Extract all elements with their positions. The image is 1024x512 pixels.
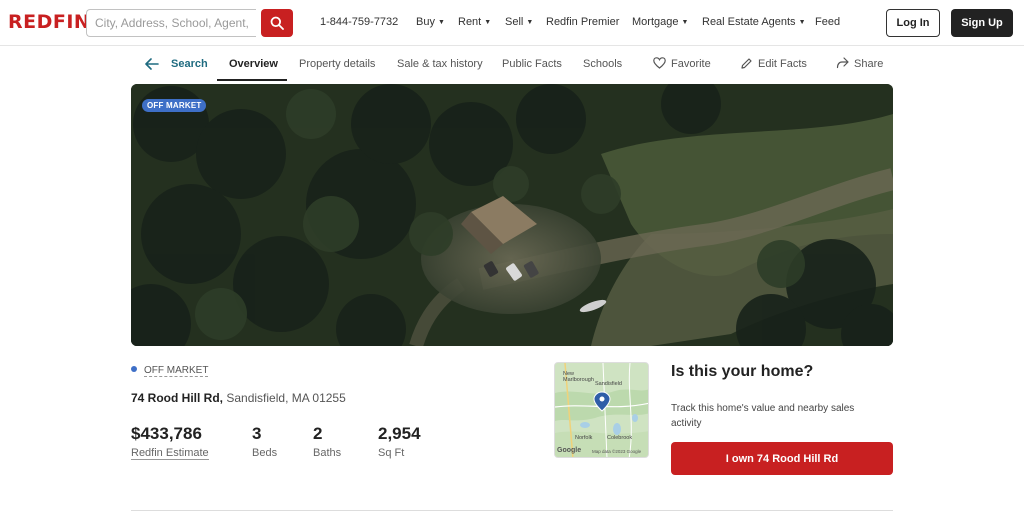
redfin-estimate-link[interactable]: Redfin Estimate [131, 447, 209, 460]
claim-home-button[interactable]: I own 74 Rood Hill Rd [671, 442, 893, 475]
nav-label: Rent [458, 16, 482, 28]
favorite-label: Favorite [671, 58, 711, 70]
nav-buy[interactable]: Buy ▼ [416, 16, 445, 28]
caret-down-icon: ▼ [681, 19, 689, 26]
street-address: 74 Rood Hill Rd, [131, 391, 224, 405]
beds-label: Beds [252, 447, 278, 459]
caret-down-icon: ▼ [526, 19, 534, 26]
nav-label: Feed [815, 16, 841, 28]
listing-status: OFF MARKET [131, 365, 209, 377]
nav-label: Real Estate Agents [702, 16, 796, 28]
status-dot-icon [131, 366, 137, 372]
edit-facts-label: Edit Facts [758, 58, 807, 70]
baths-label: Baths [313, 447, 342, 459]
google-logo: Google [557, 447, 582, 454]
status-text[interactable]: OFF MARKET [144, 365, 209, 377]
nav-label: Mortgage [632, 16, 679, 28]
map-attribution: Map data ©2023 Google [592, 449, 642, 454]
share-label: Share [854, 58, 884, 70]
nav-label: Sell [505, 16, 524, 28]
edit-facts-button[interactable]: Edit Facts [741, 58, 807, 70]
back-arrow-icon[interactable] [145, 58, 159, 70]
location-map[interactable]: New Marlborough Sandisfield Norfolk Cole… [554, 362, 649, 458]
price-value: $433,786 [131, 424, 202, 443]
share-icon [836, 57, 849, 69]
signup-button[interactable]: Sign Up [951, 9, 1013, 37]
tab-public-facts[interactable]: Public Facts [502, 58, 562, 70]
off-market-badge: OFF MARKET [142, 99, 207, 112]
nav-sell[interactable]: Sell ▼ [505, 16, 533, 28]
search-back-link[interactable]: Search [171, 58, 208, 70]
caret-down-icon: ▼ [484, 19, 492, 26]
sqft-label: Sq Ft [378, 447, 405, 459]
property-subnav: Search Overview Property details Sale & … [0, 47, 1024, 82]
price-stat: $433,786 Redfin Estimate [131, 424, 209, 460]
search-input[interactable] [86, 9, 256, 37]
beds-value: 3 [252, 424, 262, 443]
nav-label: Redfin Premier [546, 16, 620, 28]
tab-sale-tax-history[interactable]: Sale & tax history [397, 58, 483, 70]
search-button[interactable] [261, 9, 293, 37]
active-tab-indicator [217, 79, 287, 81]
tab-property-details[interactable]: Property details [299, 58, 375, 70]
pencil-icon [741, 58, 752, 69]
top-header: REDFIN 1-844-759-7732 Buy▼ Rent▼ Sell▼ R… [0, 0, 1024, 46]
nav-mortgage[interactable]: Mortgage ▼ [632, 16, 688, 28]
section-divider [131, 510, 893, 511]
map-label-sandisfield: Sandisfield [595, 381, 622, 387]
tab-schools[interactable]: Schools [583, 58, 622, 70]
heart-icon [653, 57, 666, 69]
sqft-stat: 2,954 Sq Ft [378, 424, 421, 459]
sqft-value: 2,954 [378, 424, 421, 443]
redfin-logo[interactable]: REDFIN [8, 11, 90, 33]
beds-stat: 3 Beds [252, 424, 277, 459]
nav-redfin-premier[interactable]: Redfin Premier [546, 16, 619, 28]
nav-label: Buy [416, 16, 435, 28]
baths-value: 2 [313, 424, 323, 443]
nav-feed[interactable]: Feed [815, 16, 840, 28]
aerial-image [131, 84, 893, 346]
login-button[interactable]: Log In [886, 9, 940, 37]
caret-down-icon: ▼ [798, 19, 806, 26]
favorite-button[interactable]: Favorite [653, 57, 711, 70]
map-label-colebrook: Colebrook [607, 435, 633, 441]
baths-stat: 2 Baths [313, 424, 341, 459]
caret-down-icon: ▼ [437, 19, 445, 26]
search-icon [270, 16, 284, 30]
nav-rent[interactable]: Rent ▼ [458, 16, 491, 28]
property-aerial-photo[interactable] [131, 84, 893, 346]
phone-link[interactable]: 1-844-759-7732 [320, 16, 398, 28]
property-address: 74 Rood Hill Rd, Sandisfield, MA 01255 [131, 391, 346, 405]
map-label-norfolk: Norfolk [575, 435, 593, 441]
city-state-zip: Sandisfield, MA 01255 [226, 391, 346, 405]
nav-real-estate-agents[interactable]: Real Estate Agents ▼ [702, 16, 806, 28]
claim-home-title: Is this your home? [671, 363, 814, 380]
tab-overview[interactable]: Overview [229, 58, 278, 70]
claim-home-description: Track this home's value and nearby sales… [671, 403, 855, 429]
share-button[interactable]: Share [836, 57, 884, 70]
